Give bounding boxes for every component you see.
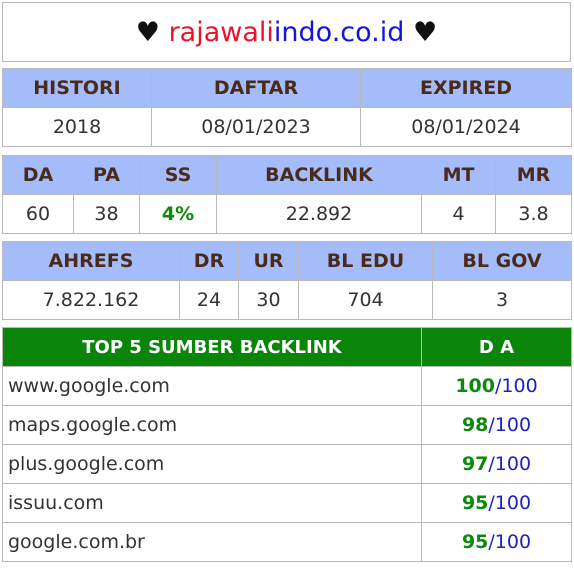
value-ahrefs: 7.822.162 xyxy=(2,280,180,320)
header-dr: DR xyxy=(179,241,239,281)
source-da: 95/100 xyxy=(421,483,572,523)
header-bl-gov: BL GOV xyxy=(432,241,572,281)
table-row: maps.google.com 98/100 xyxy=(2,405,572,445)
value-ss: 4% xyxy=(139,194,217,234)
value-ur: 30 xyxy=(238,280,299,320)
source-da: 98/100 xyxy=(421,405,572,445)
heart-icon: ♥ xyxy=(413,16,438,48)
dates-table: HISTORI DAFTAR EXPIRED 2018 08/01/2023 0… xyxy=(2,68,572,147)
seo-stats-widget: ♥ rajawaliindo.co.id ♥ HISTORI DAFTAR EX… xyxy=(0,0,574,572)
header-daftar: DAFTAR xyxy=(151,68,361,108)
value-bl-gov: 3 xyxy=(432,280,572,320)
top-backlink-sources-table: TOP 5 SUMBER BACKLINK D A www.google.com… xyxy=(2,327,572,562)
domain-name-part1: rajawali xyxy=(168,16,274,48)
value-mt: 4 xyxy=(421,194,496,234)
header-mt: MT xyxy=(421,155,496,195)
table-row: google.com.br 95/100 xyxy=(2,522,572,562)
source-da: 95/100 xyxy=(421,522,572,562)
source-site: maps.google.com xyxy=(2,405,422,445)
header-mr: MR xyxy=(495,155,572,195)
header-top-sources: TOP 5 SUMBER BACKLINK xyxy=(2,327,422,367)
domain-title: ♥ rajawaliindo.co.id ♥ xyxy=(2,2,571,62)
table-row: www.google.com 100/100 xyxy=(2,366,572,406)
table-row: issuu.com 95/100 xyxy=(2,483,572,523)
value-da: 60 xyxy=(2,194,74,234)
value-daftar: 08/01/2023 xyxy=(151,107,361,147)
header-ss: SS xyxy=(139,155,217,195)
header-expired: EXPIRED xyxy=(360,68,572,108)
domain-title-box: ♥ rajawaliindo.co.id ♥ xyxy=(2,2,571,62)
domain-name-part2: indo.co.id xyxy=(273,16,405,48)
value-histori: 2018 xyxy=(2,107,152,147)
value-backlink: 22.892 xyxy=(216,194,422,234)
header-source-da: D A xyxy=(421,327,572,367)
header-histori: HISTORI xyxy=(2,68,152,108)
source-da: 97/100 xyxy=(421,444,572,484)
value-bl-edu: 704 xyxy=(298,280,433,320)
value-dr: 24 xyxy=(179,280,239,320)
source-site: google.com.br xyxy=(2,522,422,562)
header-da: DA xyxy=(2,155,74,195)
header-bl-edu: BL EDU xyxy=(298,241,433,281)
source-site: www.google.com xyxy=(2,366,422,406)
table-row: plus.google.com 97/100 xyxy=(2,444,572,484)
header-pa: PA xyxy=(73,155,140,195)
source-site: plus.google.com xyxy=(2,444,422,484)
ahrefs-table: AHREFS DR UR BL EDU BL GOV 7.822.162 24 … xyxy=(2,241,572,320)
value-expired: 08/01/2024 xyxy=(360,107,572,147)
source-da: 100/100 xyxy=(421,366,572,406)
value-pa: 38 xyxy=(73,194,140,234)
heart-icon: ♥ xyxy=(135,16,160,48)
header-backlink: BACKLINK xyxy=(216,155,422,195)
header-ahrefs: AHREFS xyxy=(2,241,180,281)
header-ur: UR xyxy=(238,241,299,281)
value-mr: 3.8 xyxy=(495,194,572,234)
source-site: issuu.com xyxy=(2,483,422,523)
metrics-table: DA PA SS BACKLINK MT MR 60 38 4% 22.892 … xyxy=(2,155,572,234)
